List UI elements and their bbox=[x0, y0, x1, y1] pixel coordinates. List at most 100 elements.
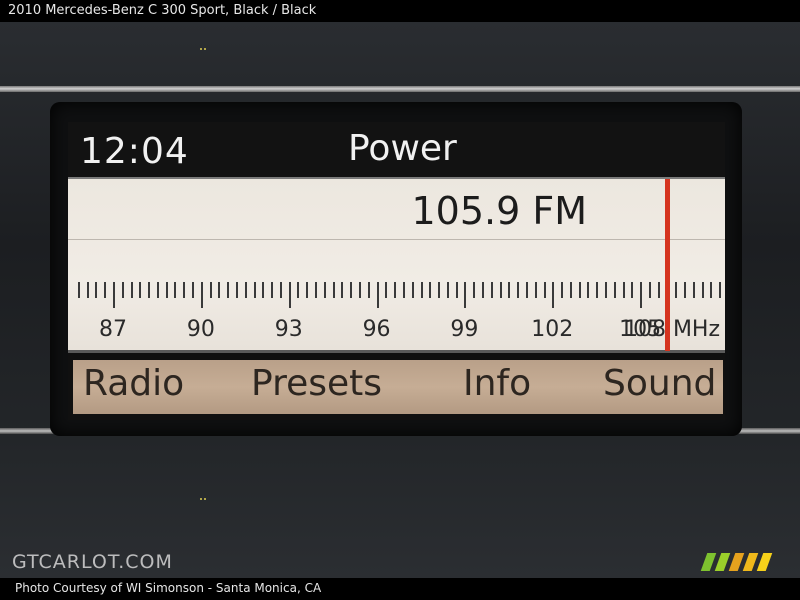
scale-label: 96 bbox=[362, 317, 391, 342]
scale-minor-tick bbox=[482, 282, 484, 298]
indicator-dots bbox=[200, 498, 206, 500]
brand-stripe bbox=[728, 553, 745, 571]
frequency-scale[interactable]: 87 90 93 96 99 102 105 108 MHz bbox=[68, 269, 725, 349]
scale-major-tick bbox=[464, 282, 466, 308]
scale-minor-tick bbox=[95, 282, 97, 298]
scale-major-tick bbox=[289, 282, 291, 308]
scale-minor-tick bbox=[596, 282, 598, 298]
scale-minor-tick bbox=[297, 282, 299, 298]
scale-minor-tick bbox=[447, 282, 449, 298]
scale-minor-tick bbox=[473, 282, 475, 298]
scale-minor-tick bbox=[544, 282, 546, 298]
scale-minor-tick bbox=[368, 282, 370, 298]
scale-minor-tick bbox=[271, 282, 273, 298]
scale-minor-tick bbox=[341, 282, 343, 298]
scale-minor-tick bbox=[192, 282, 194, 298]
scale-minor-tick bbox=[280, 282, 282, 298]
scale-minor-tick bbox=[456, 282, 458, 298]
softkey-info[interactable]: Info bbox=[463, 363, 531, 404]
scale-label: 108 MHz bbox=[623, 317, 721, 342]
scale-minor-tick bbox=[429, 282, 431, 298]
scale-minor-tick bbox=[122, 282, 124, 298]
scale-minor-tick bbox=[675, 282, 677, 298]
scale-minor-tick bbox=[78, 282, 80, 298]
scale-minor-tick bbox=[183, 282, 185, 298]
scale-minor-tick bbox=[131, 282, 133, 298]
scale-minor-tick bbox=[561, 282, 563, 298]
scale-minor-tick bbox=[333, 282, 335, 298]
scale-minor-tick bbox=[614, 282, 616, 298]
scale-minor-tick bbox=[210, 282, 212, 298]
scale-minor-tick bbox=[87, 282, 89, 298]
scale-label: 102 bbox=[531, 317, 574, 342]
scale-minor-tick bbox=[649, 282, 651, 298]
scale-minor-tick bbox=[315, 282, 317, 298]
caption-bar: 2010 Mercedes-Benz C 300 Sport, Black / … bbox=[0, 0, 800, 22]
scale-minor-tick bbox=[421, 282, 423, 298]
status-row: 12:04 Power bbox=[68, 122, 725, 177]
caption-text: 2010 Mercedes-Benz C 300 Sport, Black / … bbox=[8, 3, 317, 18]
scale-minor-tick bbox=[526, 282, 528, 298]
softkey-presets[interactable]: Presets bbox=[251, 363, 382, 404]
scale-minor-tick bbox=[658, 282, 660, 298]
scale-minor-tick bbox=[394, 282, 396, 298]
scale-label: 87 bbox=[99, 317, 127, 342]
brand-stripes-icon bbox=[700, 553, 776, 571]
softkey-sound[interactable]: Sound bbox=[603, 363, 716, 404]
scale-minor-tick bbox=[385, 282, 387, 298]
brand-stripe bbox=[742, 553, 759, 571]
scale-minor-tick bbox=[517, 282, 519, 298]
scale-minor-tick bbox=[710, 282, 712, 298]
source-title[interactable]: Power bbox=[348, 128, 457, 169]
scale-minor-tick bbox=[579, 282, 581, 298]
scale-minor-tick bbox=[262, 282, 264, 298]
scale-minor-tick bbox=[174, 282, 176, 298]
scale-minor-tick bbox=[236, 282, 238, 298]
scale-minor-tick bbox=[702, 282, 704, 298]
scale-major-tick bbox=[201, 282, 203, 308]
scale-major-tick bbox=[377, 282, 379, 308]
scale-minor-tick bbox=[605, 282, 607, 298]
scale-minor-tick bbox=[227, 282, 229, 298]
tuner-divider bbox=[68, 239, 725, 240]
scale-minor-tick bbox=[148, 282, 150, 298]
watermark-logo: GTCARLOT.COM bbox=[12, 551, 173, 573]
scale-minor-tick bbox=[218, 282, 220, 298]
scale-minor-tick bbox=[438, 282, 440, 298]
chrome-trim-top bbox=[0, 86, 800, 92]
scale-label: 90 bbox=[186, 317, 215, 342]
scale-minor-tick bbox=[104, 282, 106, 298]
scale-label: 99 bbox=[450, 317, 479, 342]
scale-minor-tick bbox=[508, 282, 510, 298]
scale-major-tick bbox=[113, 282, 115, 308]
tuner-panel: 105.9 FM 87 90 93 96 99 102 105 108 MHz bbox=[68, 177, 725, 353]
scale-minor-tick bbox=[631, 282, 633, 298]
brand-stripe bbox=[700, 553, 717, 571]
credit-text: Photo Courtesy of WI Simonson - Santa Mo… bbox=[15, 581, 322, 595]
indicator-dots bbox=[200, 48, 206, 50]
scale-minor-tick bbox=[491, 282, 493, 298]
scale-minor-tick bbox=[254, 282, 256, 298]
scale-major-tick bbox=[640, 282, 642, 308]
scale-minor-tick bbox=[403, 282, 405, 298]
radio-display: 12:04 Power 105.9 FM 87 90 93 96 99 102 105 108… bbox=[68, 122, 725, 420]
frequency-readout: 105.9 FM bbox=[411, 189, 587, 233]
scale-minor-tick bbox=[166, 282, 168, 298]
scale-minor-tick bbox=[350, 282, 352, 298]
scale-minor-tick bbox=[570, 282, 572, 298]
scale-minor-tick bbox=[535, 282, 537, 298]
tuning-needle[interactable] bbox=[665, 179, 670, 351]
brand-stripe bbox=[756, 553, 773, 571]
scale-minor-tick bbox=[359, 282, 361, 298]
brand-stripe bbox=[714, 553, 731, 571]
scale-minor-tick bbox=[157, 282, 159, 298]
scale-minor-tick bbox=[623, 282, 625, 298]
scale-minor-tick bbox=[324, 282, 326, 298]
scale-minor-tick bbox=[693, 282, 695, 298]
scale-minor-tick bbox=[684, 282, 686, 298]
scale-minor-tick bbox=[245, 282, 247, 298]
scale-minor-tick bbox=[719, 282, 721, 298]
scale-minor-tick bbox=[587, 282, 589, 298]
scale-label: 93 bbox=[274, 317, 303, 342]
softkey-radio[interactable]: Radio bbox=[83, 363, 184, 404]
